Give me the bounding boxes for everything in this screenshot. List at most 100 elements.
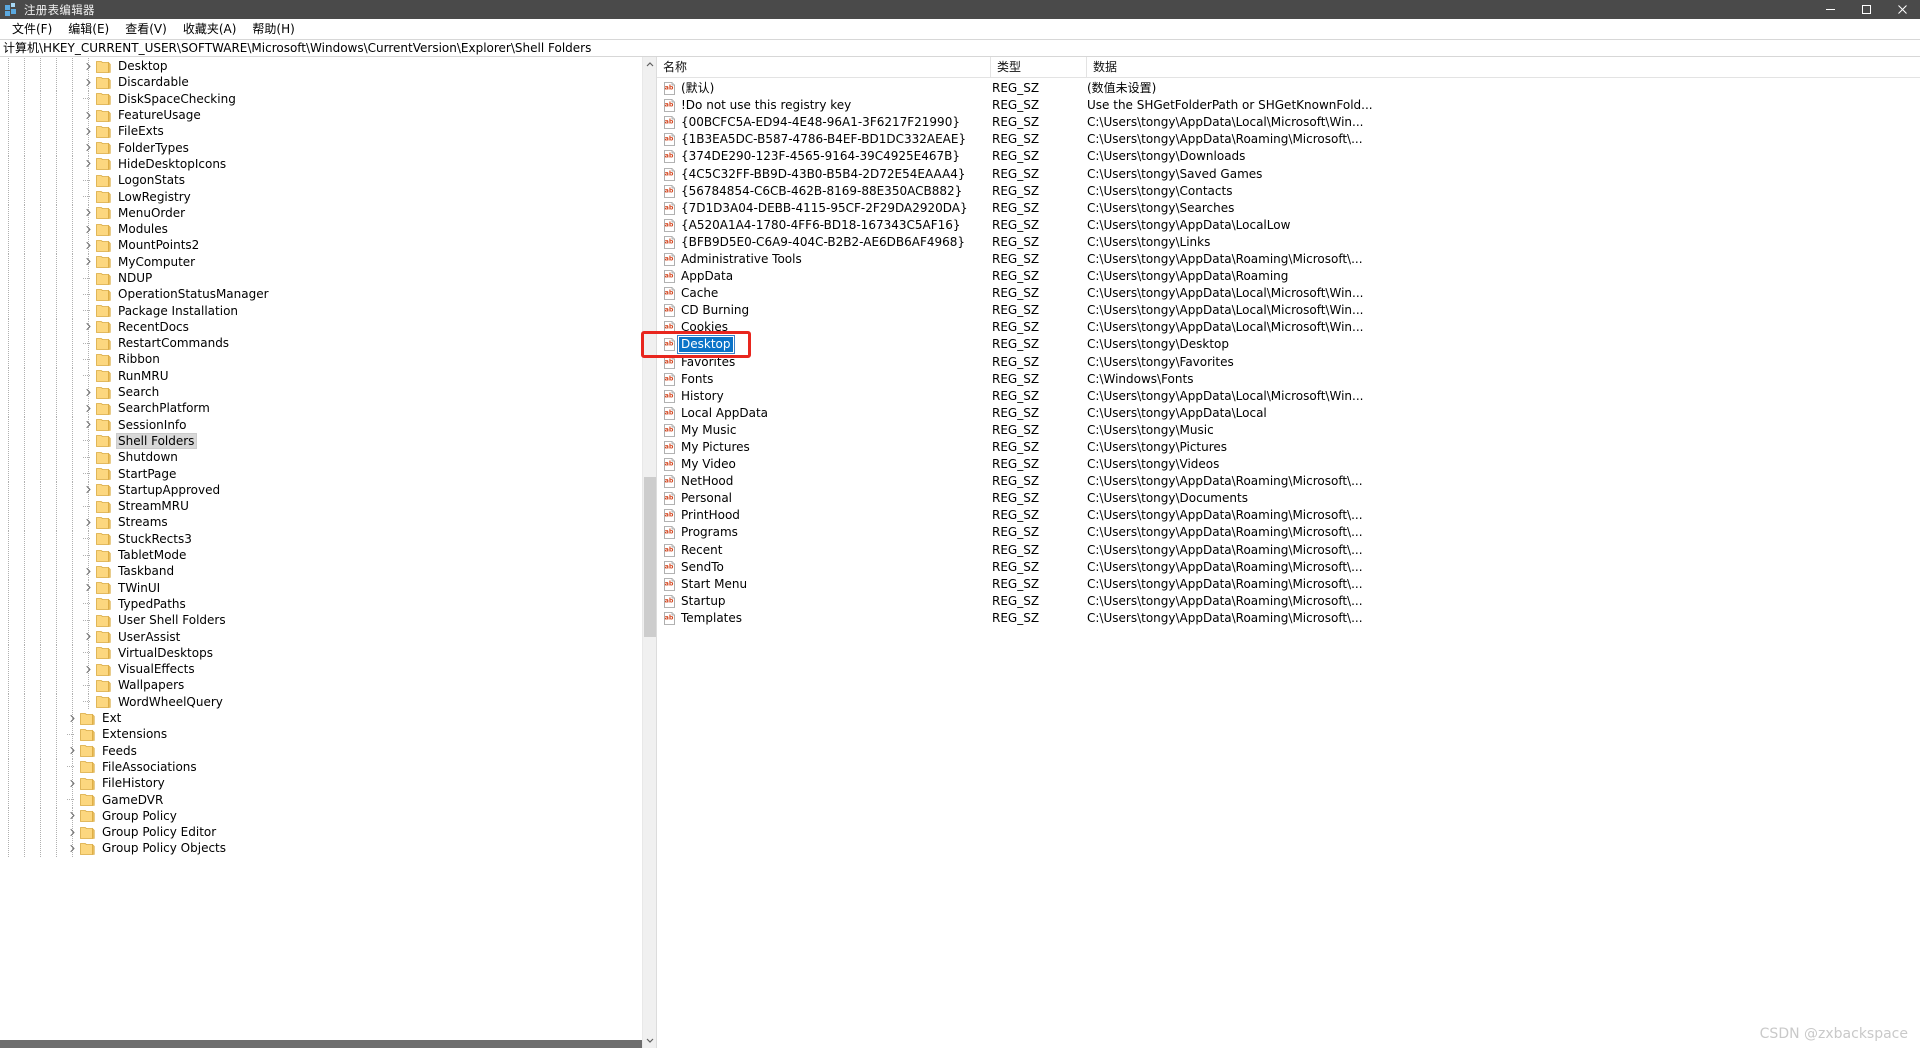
tree-item-desktop[interactable]: Desktop <box>0 58 656 75</box>
tree-item-twinui[interactable]: TWinUI <box>0 579 656 596</box>
chevron-right-icon[interactable] <box>80 156 96 172</box>
value-row[interactable]: ab Fonts REG_SZ C:\Windows\Fonts <box>657 371 1920 388</box>
value-name-cell[interactable]: ab {56784854-C6CB-462B-8169-88E350ACB882} <box>657 184 991 199</box>
chevron-right-icon[interactable] <box>64 710 80 726</box>
chevron-right-icon[interactable] <box>64 824 80 840</box>
value-row[interactable]: ab Programs REG_SZ C:\Users\tongy\AppData\R… <box>657 524 1920 541</box>
tree-item-gamedvr[interactable]: GameDVR <box>0 791 656 808</box>
value-row[interactable]: ab Templates REG_SZ C:\Users\tongy\AppData\… <box>657 610 1920 627</box>
tree-item-restartcommands[interactable]: RestartCommands <box>0 335 656 352</box>
value-name-cell[interactable]: ab NetHood <box>657 474 991 489</box>
chevron-right-icon[interactable] <box>80 107 96 123</box>
tree-item-feeds[interactable]: Feeds <box>0 742 656 759</box>
value-row[interactable]: ab {4C5C32FF-BB9D-43B0-B5B4-2D72E54EAAA4}… <box>657 165 1920 182</box>
menu-file[interactable]: 文件(F) <box>4 20 60 38</box>
column-header-type[interactable]: 类型 <box>991 57 1087 77</box>
value-row[interactable]: ab Startup REG_SZ C:\Users\tongy\AppData\Ro… <box>657 593 1920 610</box>
value-row[interactable]: ab Start Menu REG_SZ C:\Users\tongy\AppData… <box>657 576 1920 593</box>
value-name-cell[interactable]: ab PrintHood <box>657 508 991 523</box>
tree-scroll-up-button[interactable] <box>643 57 656 73</box>
maximize-button[interactable] <box>1848 0 1884 19</box>
value-row[interactable]: ab {56784854-C6CB-462B-8169-88E350ACB882}… <box>657 183 1920 200</box>
tree-item-group-policy-objects[interactable]: Group Policy Objects <box>0 840 656 857</box>
value-name-cell[interactable]: ab Administrative Tools <box>657 252 991 267</box>
value-row[interactable]: ab {7D1D3A04-DEBB-4115-95CF-2F29DA2920DA}… <box>657 200 1920 217</box>
chevron-right-icon[interactable] <box>80 237 96 253</box>
address-bar[interactable]: 计算机\HKEY_CURRENT_USER\SOFTWARE\Microsoft… <box>0 39 1920 57</box>
value-name-cell[interactable]: ab Personal <box>657 491 991 506</box>
value-name-cell[interactable]: ab AppData <box>657 269 991 284</box>
value-row[interactable]: ab AppData REG_SZ C:\Users\tongy\AppData\Ro… <box>657 268 1920 285</box>
column-header-data[interactable]: 数据 <box>1087 57 1920 77</box>
tree-scrollbar-thumb[interactable] <box>644 477 656 637</box>
value-name-cell[interactable]: ab Favorites <box>657 355 991 370</box>
tree-item-recentdocs[interactable]: RecentDocs <box>0 318 656 336</box>
tree-item-startpage[interactable]: StartPage <box>0 465 656 482</box>
chevron-right-icon[interactable] <box>80 417 96 433</box>
tree-item-taskband[interactable]: Taskband <box>0 563 656 580</box>
tree-item-streammru[interactable]: StreamMRU <box>0 498 656 515</box>
value-name-cell[interactable]: ab SendTo <box>657 560 991 575</box>
tree-item-operationstatusmanager[interactable]: OperationStatusManager <box>0 286 656 303</box>
chevron-right-icon[interactable] <box>80 514 96 530</box>
chevron-right-icon[interactable] <box>64 808 80 824</box>
minimize-button[interactable] <box>1812 0 1848 19</box>
tree-item-visualeffects[interactable]: VisualEffects <box>0 660 656 678</box>
tree-item-startupapproved[interactable]: StartupApproved <box>0 481 656 499</box>
tree-item-userassist[interactable]: UserAssist <box>0 628 656 645</box>
value-name-cell[interactable]: ab {7D1D3A04-DEBB-4115-95CF-2F29DA2920DA} <box>657 201 991 216</box>
value-row[interactable]: ab {00BCFC5A-ED94-4E48-96A1-3F6217F21990}… <box>657 114 1920 131</box>
tree-item-featureusage[interactable]: FeatureUsage <box>0 106 656 124</box>
value-name-cell[interactable]: ab Cookies <box>657 320 991 335</box>
value-name-cell[interactable]: ab CD Burning <box>657 303 991 318</box>
menu-view[interactable]: 查看(V) <box>117 20 175 38</box>
value-row[interactable]: ab (默认) REG_SZ (数值未设置) <box>657 80 1920 97</box>
tree-item-hidedesktopicons[interactable]: HideDesktopIcons <box>0 155 656 173</box>
tree-item-shutdown[interactable]: Shutdown <box>0 449 656 466</box>
tree-item-ext[interactable]: Ext <box>0 709 656 727</box>
value-row[interactable]: ab {A520A1A4-1780-4FF6-BD18-167343C5AF16}… <box>657 217 1920 234</box>
value-row[interactable]: ab Local AppData REG_SZ C:\Users\tongy\AppD… <box>657 405 1920 422</box>
column-header-name[interactable]: 名称 <box>657 57 991 77</box>
tree-item-menuorder[interactable]: MenuOrder <box>0 204 656 221</box>
chevron-right-icon[interactable] <box>64 775 80 791</box>
value-name-cell[interactable]: ab My Music <box>657 423 991 438</box>
menu-favorites[interactable]: 收藏夹(A) <box>175 20 245 38</box>
tree-item-filehistory[interactable]: FileHistory <box>0 775 656 792</box>
value-name-cell[interactable]: ab !Do not use this registry key <box>657 98 991 113</box>
tree-scroll-down-button[interactable] <box>643 1032 656 1048</box>
tree-item-search[interactable]: Search <box>0 383 656 401</box>
chevron-right-icon[interactable] <box>80 140 96 156</box>
tree-item-modules[interactable]: Modules <box>0 220 656 238</box>
tree-item-runmru[interactable]: RunMRU <box>0 367 656 384</box>
value-row[interactable]: ab Administrative Tools REG_SZ C:\Users\ton… <box>657 251 1920 268</box>
tree-item-extensions[interactable]: Extensions <box>0 726 656 743</box>
chevron-right-icon[interactable] <box>80 629 96 645</box>
value-name-cell[interactable]: ab {A520A1A4-1780-4FF6-BD18-167343C5AF16} <box>657 218 991 233</box>
close-button[interactable] <box>1884 0 1920 19</box>
value-row[interactable]: ab Cookies REG_SZ C:\Users\tongy\AppData\Lo… <box>657 319 1920 336</box>
value-name-cell[interactable]: ab Local AppData <box>657 406 991 421</box>
tree-item-streams[interactable]: Streams <box>0 514 656 531</box>
value-name-cell[interactable]: ab Fonts <box>657 372 991 387</box>
tree-item-wallpapers[interactable]: Wallpapers <box>0 677 656 694</box>
tree-item-discardable[interactable]: Discardable <box>0 74 656 91</box>
tree-item-foldertypes[interactable]: FolderTypes <box>0 139 656 156</box>
chevron-right-icon[interactable] <box>80 58 96 74</box>
value-row[interactable]: ab My Video REG_SZ C:\Users\tongy\Videos <box>657 456 1920 473</box>
chevron-right-icon[interactable] <box>80 123 96 139</box>
value-row[interactable]: ab My Music REG_SZ C:\Users\tongy\Music <box>657 422 1920 439</box>
chevron-right-icon[interactable] <box>80 74 96 90</box>
value-name-cell[interactable]: ab Desktop <box>657 337 991 353</box>
tree-item-user-shell-folders[interactable]: User Shell Folders <box>0 612 656 629</box>
tree-item-fileexts[interactable]: FileExts <box>0 123 656 140</box>
tree-item-logonstats[interactable]: LogonStats <box>0 172 656 189</box>
tree-item-mountpoints2[interactable]: MountPoints2 <box>0 237 656 254</box>
chevron-right-icon[interactable] <box>80 205 96 221</box>
value-row[interactable]: ab {BFB9D5E0-C6A9-404C-B2B2-AE6DB6AF4968}… <box>657 234 1920 251</box>
chevron-right-icon[interactable] <box>80 482 96 498</box>
tree-item-searchplatform[interactable]: SearchPlatform <box>0 400 656 417</box>
chevron-right-icon[interactable] <box>80 254 96 270</box>
tree-item-fileassociations[interactable]: FileAssociations <box>0 758 656 776</box>
value-row[interactable]: ab NetHood REG_SZ C:\Users\tongy\AppData\Ro… <box>657 473 1920 490</box>
